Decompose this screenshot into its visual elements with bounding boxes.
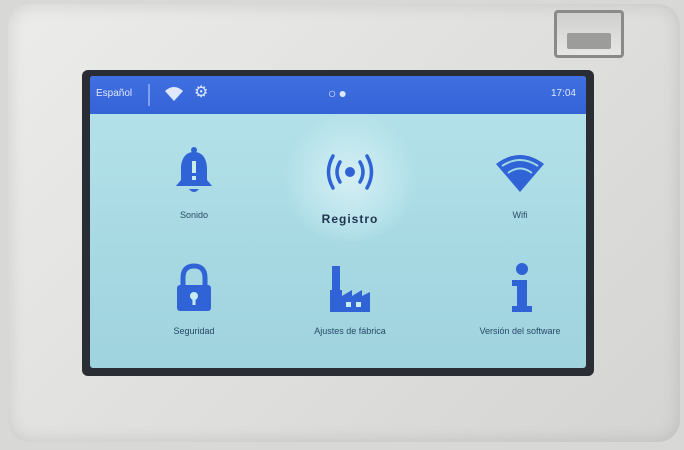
- lock-icon: [164, 258, 224, 318]
- mounting-bracket: [554, 10, 624, 58]
- status-bar: Español ⚙ ○● 17:04: [90, 76, 586, 114]
- tile-label: Seguridad: [173, 326, 215, 336]
- tile-label: Wifi: [512, 210, 528, 220]
- status-gear-icon[interactable]: ⚙: [194, 84, 208, 102]
- touch-screen: Español ⚙ ○● 17:04 Sonido Registro Wifi …: [90, 76, 586, 368]
- tile-label: Sonido: [179, 210, 209, 220]
- wifi-icon: [490, 142, 550, 202]
- tile-seguridad[interactable]: Seguridad: [124, 244, 264, 354]
- wireless-signal-icon: [320, 142, 380, 202]
- tile-version-software[interactable]: Versión del software: [450, 244, 586, 354]
- info-icon: [490, 258, 550, 318]
- status-divider: [148, 84, 150, 106]
- factory-icon: [320, 258, 380, 318]
- status-wifi-icon: [164, 85, 184, 106]
- tile-registro[interactable]: Registro: [280, 114, 420, 242]
- status-time: 17:04: [550, 88, 576, 99]
- tile-label: Registro: [321, 212, 379, 226]
- tile-ajustes-fabrica[interactable]: Ajustes de fábrica: [280, 244, 420, 354]
- tile-wifi[interactable]: Wifi: [450, 128, 586, 238]
- bell-icon: [164, 142, 224, 202]
- tile-sonido[interactable]: Sonido: [124, 128, 264, 238]
- language-selector[interactable]: Español: [96, 88, 132, 99]
- status-indicator: ○●: [328, 85, 349, 101]
- tile-label: Versión del software: [479, 326, 561, 336]
- tile-label: Ajustes de fábrica: [314, 326, 386, 336]
